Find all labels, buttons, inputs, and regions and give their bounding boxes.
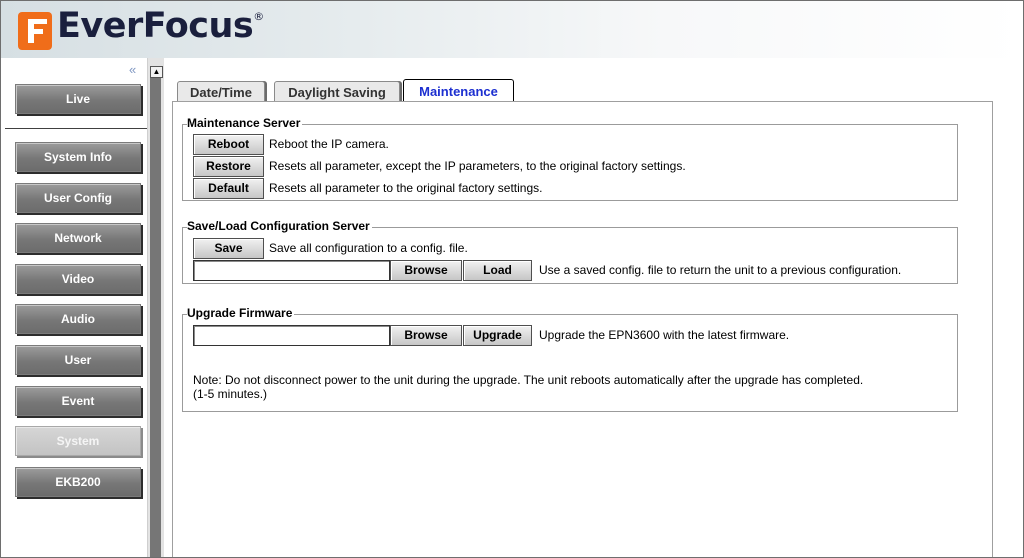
load-config-description: Use a saved config. file to return the u…: [539, 263, 902, 277]
load-config-button[interactable]: Load: [463, 260, 532, 281]
registered-mark: ®: [253, 10, 264, 23]
save-load-legend: Save/Load Configuration Server: [187, 219, 372, 233]
firmware-browse-button[interactable]: Browse: [390, 325, 462, 346]
nav-audio-button[interactable]: Audio: [15, 304, 141, 334]
nav-system-button[interactable]: System: [15, 426, 141, 456]
collapse-sidebar-icon[interactable]: «: [129, 62, 136, 77]
upgrade-note-duration: (1-5 minutes.): [193, 387, 268, 401]
scroll-thumb[interactable]: [150, 78, 161, 557]
brand-name-text: EverFocus: [57, 6, 254, 46]
nav-network-button[interactable]: Network: [15, 223, 141, 253]
upgrade-firmware-legend: Upgrade Firmware: [187, 306, 295, 320]
reboot-button[interactable]: Reboot: [193, 134, 264, 155]
upgrade-firmware-group: Upgrade Firmware Browse Upgrade Upgrade …: [182, 306, 958, 412]
app-window: EverFocus® « Live System Info User Confi…: [0, 0, 1024, 558]
default-button[interactable]: Default: [193, 178, 264, 199]
config-file-input[interactable]: [193, 260, 390, 281]
sidebar: « Live System Info User Config Network V…: [1, 58, 147, 557]
sidebar-scrollbar[interactable]: ▲: [147, 58, 164, 557]
nav-system-info-button[interactable]: System Info: [15, 142, 141, 172]
upgrade-button[interactable]: Upgrade: [463, 325, 532, 346]
nav-video-button[interactable]: Video: [15, 264, 141, 294]
maintenance-server-legend: Maintenance Server: [187, 116, 303, 130]
firmware-file-input[interactable]: [193, 325, 390, 346]
config-browse-button[interactable]: Browse: [390, 260, 462, 281]
upgrade-description: Upgrade the EPN3600 with the latest firm…: [539, 328, 790, 342]
nav-user-button[interactable]: User: [15, 345, 141, 375]
tab-daylight-saving[interactable]: Daylight Saving: [274, 81, 400, 103]
nav-event-button[interactable]: Event: [15, 386, 141, 416]
maintenance-panel: Maintenance Server Reboot Reboot the IP …: [172, 101, 993, 557]
tab-date-time[interactable]: Date/Time: [177, 81, 265, 103]
default-description: Resets all parameter to the original fac…: [269, 181, 543, 195]
nav-user-config-button[interactable]: User Config: [15, 183, 141, 213]
save-config-description: Save all configuration to a config. file…: [269, 241, 468, 255]
everfocus-logo-icon: [18, 12, 52, 50]
tab-maintenance[interactable]: Maintenance: [403, 79, 514, 103]
restore-description: Resets all parameter, except the IP para…: [269, 159, 686, 173]
sidebar-divider: [5, 128, 147, 129]
brand-name: EverFocus®: [57, 6, 264, 46]
maintenance-server-group: Maintenance Server Reboot Reboot the IP …: [182, 116, 958, 201]
save-load-configuration-group: Save/Load Configuration Server Save Save…: [182, 219, 958, 284]
save-config-button[interactable]: Save: [193, 238, 264, 259]
restore-button[interactable]: Restore: [193, 156, 264, 177]
header-banner: EverFocus®: [1, 1, 1023, 58]
scroll-up-arrow-icon[interactable]: ▲: [150, 66, 163, 78]
reboot-description: Reboot the IP camera.: [269, 137, 389, 151]
nav-live-button[interactable]: Live: [15, 84, 141, 114]
nav-ekb200-button[interactable]: EKB200: [15, 467, 141, 497]
upgrade-note: Note: Do not disconnect power to the uni…: [193, 373, 864, 387]
